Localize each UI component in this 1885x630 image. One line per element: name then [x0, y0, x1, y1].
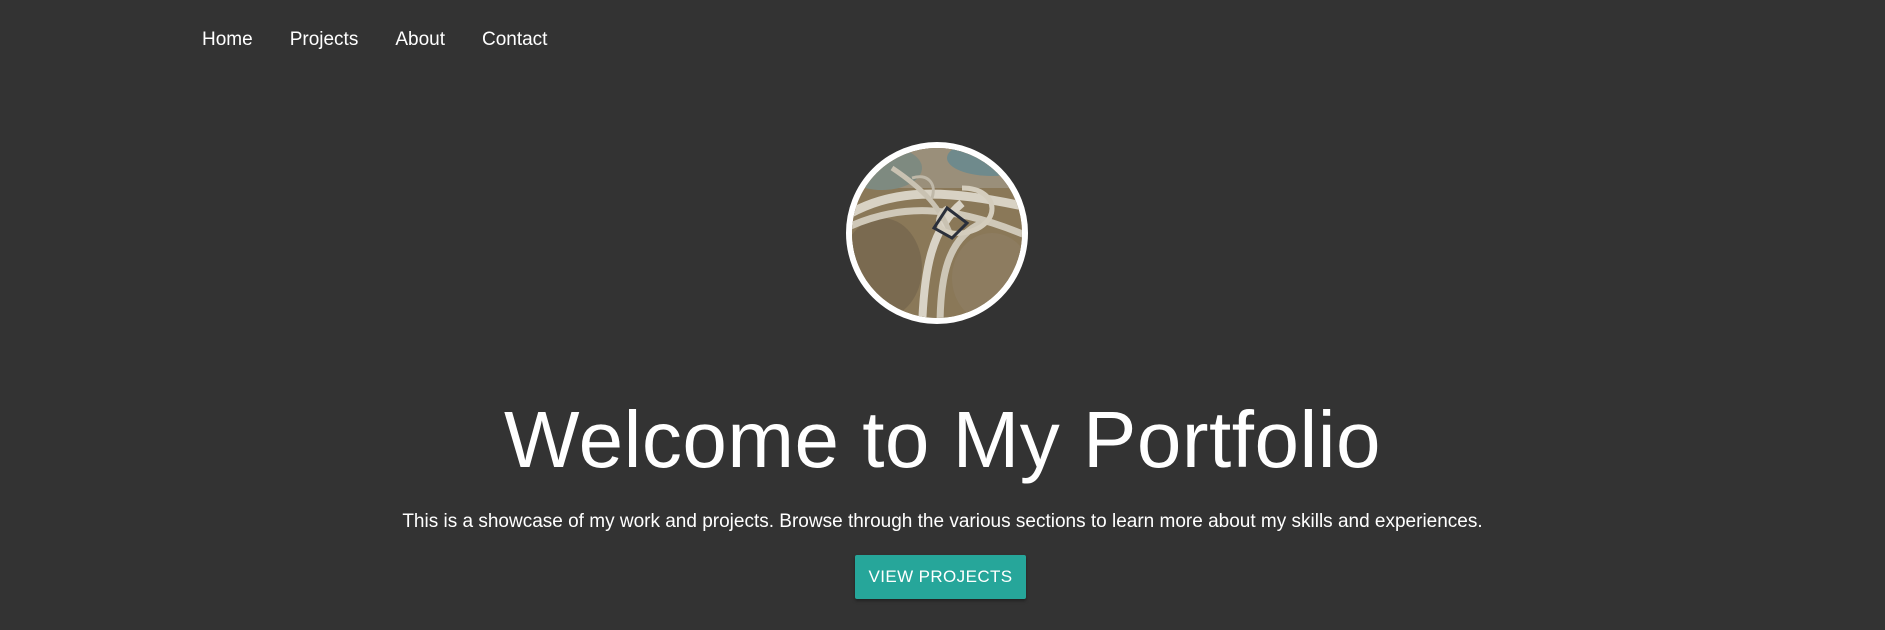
highway-interchange-image	[852, 148, 1022, 318]
page-title: Welcome to My Portfolio	[504, 395, 1381, 484]
view-projects-button[interactable]: VIEW PROJECTS	[855, 555, 1026, 599]
page-subtitle: This is a showcase of my work and projec…	[402, 511, 1483, 532]
hero-section: Welcome to My Portfolio This is a showca…	[0, 0, 1885, 630]
portfolio-page: Home Projects About Contact Welcome to M…	[0, 0, 1885, 630]
profile-avatar	[846, 142, 1028, 324]
